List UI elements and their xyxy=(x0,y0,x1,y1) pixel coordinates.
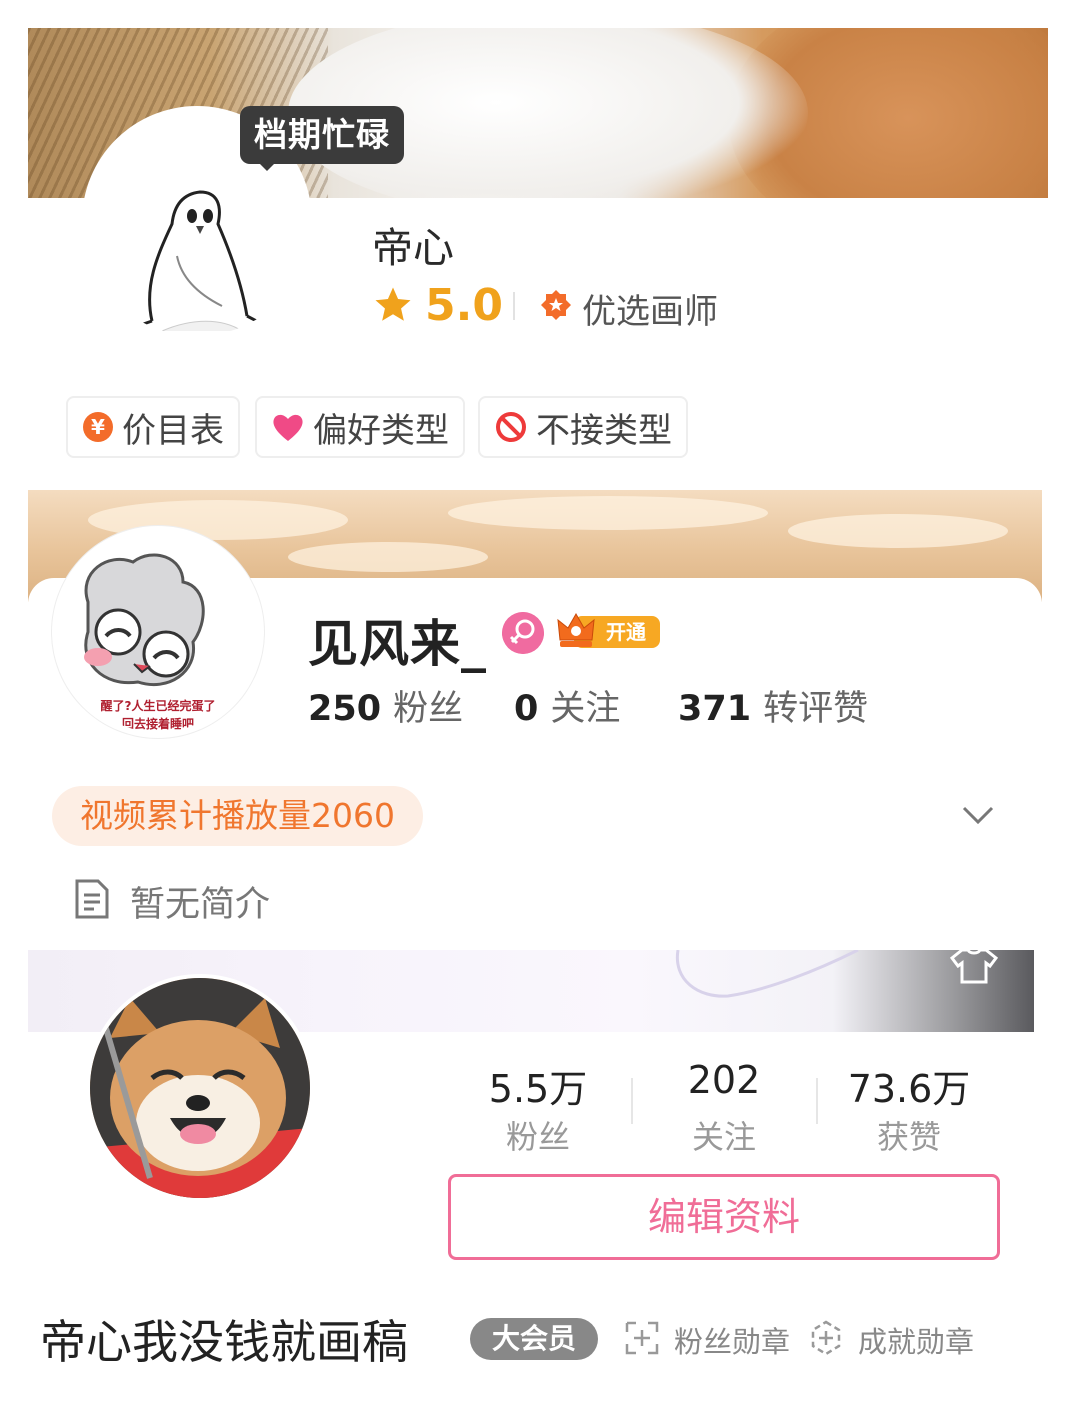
chip-label: 偏好类型 xyxy=(313,410,449,451)
following-stat[interactable]: 0 关注 xyxy=(514,680,620,731)
heart-icon xyxy=(273,414,303,441)
fans-label: 粉丝 xyxy=(505,1118,570,1156)
fan-medal-label[interactable]: 粉丝勋章 xyxy=(674,1319,790,1361)
add-achievement-icon[interactable] xyxy=(808,1320,844,1356)
add-medal-icon[interactable] xyxy=(624,1320,660,1356)
achievement-medal-label[interactable]: 成就勋章 xyxy=(858,1319,974,1361)
shiba-avatar-image xyxy=(90,978,310,1198)
following-label: 关注 xyxy=(691,1118,756,1156)
prohibited-icon xyxy=(496,412,526,442)
document-icon xyxy=(75,879,109,919)
following-label: 关注 xyxy=(550,689,621,729)
user-name: 见风来_ xyxy=(308,615,487,673)
status-tooltip: 档期忙碌 xyxy=(240,106,404,164)
svg-text:醒了?人生已经完蛋了: 醒了?人生已经完蛋了 xyxy=(101,698,216,713)
declined-types-chip[interactable]: 不接类型 xyxy=(478,396,688,458)
likes-count[interactable]: 73.6万 xyxy=(817,1058,1001,1113)
fans-label: 粉丝 xyxy=(393,689,464,729)
star-icon xyxy=(375,287,411,321)
play-count-badge: 视频累计播放量2060 xyxy=(52,786,423,846)
chip-label: 不接类型 xyxy=(536,410,672,451)
tooltip-arrow xyxy=(258,162,276,171)
preference-types-chip[interactable]: 偏好类型 xyxy=(255,396,465,458)
artist-name: 帝心 xyxy=(372,224,454,272)
fans-stat[interactable]: 250 粉丝 xyxy=(308,680,463,731)
user-name: 帝心我没钱就画稿 xyxy=(40,1315,408,1369)
certified-badge-label: 优选画师 xyxy=(582,292,718,332)
edit-profile-button[interactable]: 编辑资料 xyxy=(448,1174,1000,1260)
chevron-down-icon[interactable] xyxy=(960,800,996,828)
interactions-count: 371 xyxy=(678,689,752,729)
vip-badge[interactable]: 大会员 xyxy=(470,1318,599,1360)
vip-open-badge[interactable]: 开通 xyxy=(556,610,662,652)
female-gender-icon xyxy=(502,612,544,654)
avatar[interactable] xyxy=(86,974,314,1202)
cartoon-avatar-image: 醒了?人生已经完蛋了 回去接着睡吧 xyxy=(58,532,258,732)
likes-label: 获赞 xyxy=(876,1118,941,1156)
avatar[interactable]: 醒了?人生已经完蛋了 回去接着睡吧 xyxy=(52,526,264,738)
rating-value: 5.0 xyxy=(425,280,503,331)
following-count: 0 xyxy=(514,689,539,729)
divider xyxy=(513,292,515,320)
svg-text:回去接着睡吧: 回去接着睡吧 xyxy=(122,716,194,731)
fans-count: 250 xyxy=(308,689,382,729)
interactions-label: 转评赞 xyxy=(763,689,869,729)
svg-text:¥: ¥ xyxy=(91,415,105,439)
bio-text[interactable]: 暂无简介 xyxy=(130,876,270,927)
fans-count[interactable]: 5.5万 xyxy=(446,1058,630,1113)
vip-open-label: 开通 xyxy=(606,620,646,644)
interactions-stat[interactable]: 371 转评赞 xyxy=(678,680,868,731)
price-list-chip[interactable]: ¥ 价目表 xyxy=(66,396,240,458)
certified-badge-icon xyxy=(541,290,571,320)
outfit-icon[interactable] xyxy=(948,946,1000,986)
yen-coin-icon: ¥ xyxy=(83,412,113,442)
chip-label: 价目表 xyxy=(122,410,224,451)
following-count[interactable]: 202 xyxy=(632,1058,816,1102)
